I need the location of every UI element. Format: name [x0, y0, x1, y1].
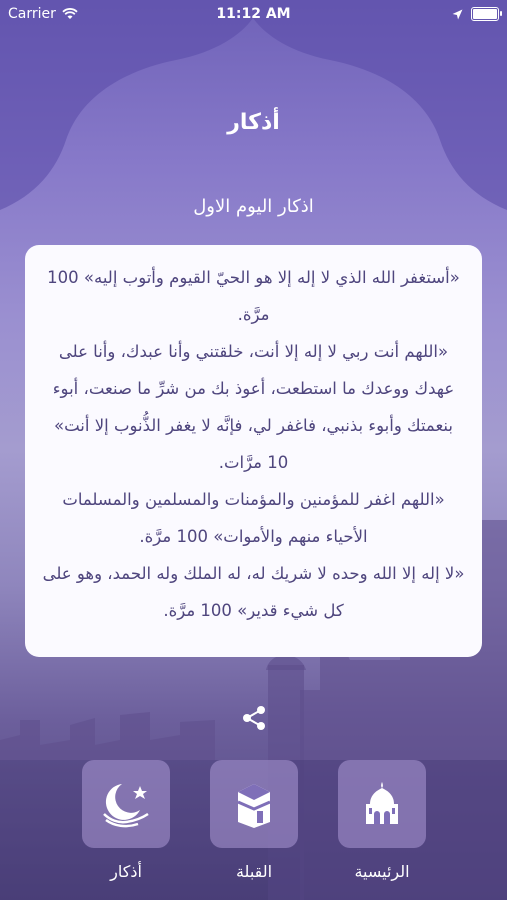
status-bar: Carrier 11:12 AM: [0, 0, 507, 28]
page-title: أذكار: [227, 110, 280, 135]
battery-icon: [471, 7, 502, 21]
tab-qibla-tile[interactable]: [210, 760, 298, 848]
share-icon[interactable]: [240, 704, 268, 732]
tab-qibla[interactable]: القبلة: [210, 760, 298, 881]
crescent-star-hand-icon: [103, 784, 149, 828]
tab-home-tile[interactable]: [338, 760, 426, 848]
tab-qibla-label: القبلة: [235, 862, 273, 881]
tab-azkar-tile[interactable]: [82, 760, 170, 848]
mosque-icon: [366, 782, 398, 824]
bottom-tab-bar: أذكار القبلة الرئيسية: [0, 760, 507, 900]
tab-home-label: الرئيسية: [354, 862, 410, 881]
tab-home[interactable]: الرئيسية: [338, 760, 426, 881]
tab-azkar-label: أذكار: [110, 862, 142, 881]
tab-azkar[interactable]: أذكار: [82, 760, 170, 881]
azkar-card: «أستغفر الله الذي لا إله إلا هو الحيّ ال…: [25, 245, 482, 657]
azkar-text: «أستغفر الله الذي لا إله إلا هو الحيّ ال…: [42, 268, 465, 620]
status-time: 11:12 AM: [216, 6, 291, 22]
day-subtitle: اذكار اليوم الاول: [193, 196, 314, 217]
kaaba-icon: [237, 784, 271, 828]
